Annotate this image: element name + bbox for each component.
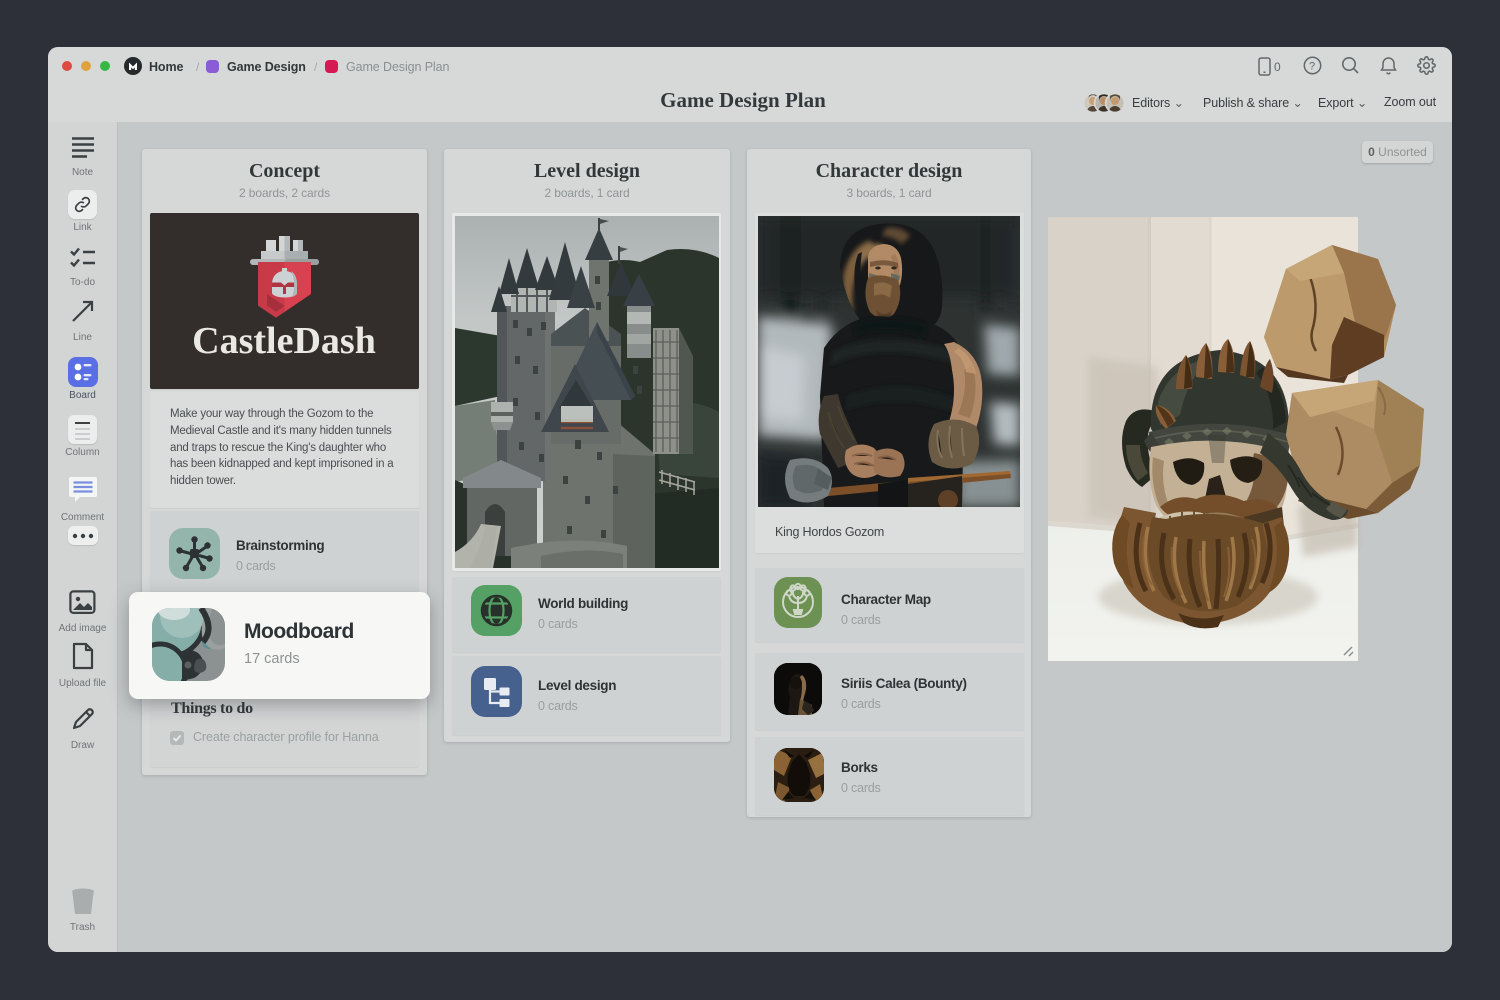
svg-text:?: ? [1309,61,1315,73]
svg-text:CastleDash: CastleDash [192,320,376,362]
svg-text:0: 0 [1274,60,1281,74]
